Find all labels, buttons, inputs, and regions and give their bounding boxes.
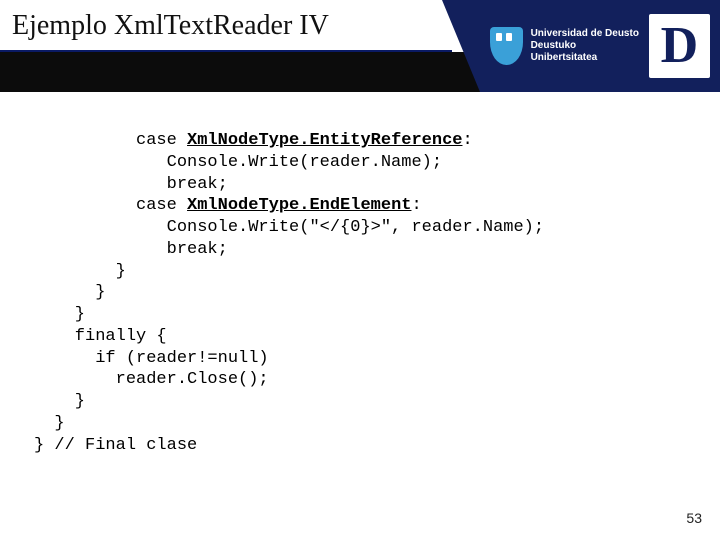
header: Ejemplo XmlTextReader IV Universidad de …	[0, 0, 720, 65]
shield-icon	[490, 27, 523, 65]
logo-wedge	[442, 0, 480, 92]
logo-letter: D	[649, 14, 710, 78]
logo-line1: Universidad de Deusto	[531, 28, 641, 40]
code-line: reader.Close();	[34, 370, 269, 389]
code-line: if (reader!=null)	[34, 349, 269, 368]
logo-line2: Deustuko Unibertsitatea	[531, 40, 641, 64]
code-keyword: XmlNodeType.EntityReference	[187, 131, 462, 150]
code-text: case	[34, 131, 187, 150]
code-text: case	[34, 196, 187, 215]
code-line: }	[34, 262, 126, 281]
slide-title: Ejemplo XmlTextReader IV	[12, 10, 329, 42]
code-line: finally {	[34, 327, 167, 346]
code-keyword: XmlNodeType.EndElement	[187, 196, 411, 215]
code-line: }	[34, 414, 65, 433]
slide: Ejemplo XmlTextReader IV Universidad de …	[0, 0, 720, 540]
code-line: case XmlNodeType.EntityReference:	[34, 131, 473, 150]
code-line: Console.Write("</{0}>", reader.Name);	[34, 218, 544, 237]
logo-inner: Universidad de Deusto Deustuko Unibertsi…	[490, 8, 710, 84]
page-number: 53	[686, 510, 702, 526]
code-line: }	[34, 392, 85, 411]
code-block: case XmlNodeType.EntityReference: Consol…	[34, 130, 544, 456]
code-text: :	[462, 131, 472, 150]
code-line: Console.Write(reader.Name);	[34, 153, 442, 172]
code-line: }	[34, 305, 85, 324]
code-line: case XmlNodeType.EndElement:	[34, 196, 422, 215]
code-line: }	[34, 283, 105, 302]
code-text: :	[411, 196, 421, 215]
university-logo: Universidad de Deusto Deustuko Unibertsi…	[480, 0, 720, 92]
code-line: break;	[34, 175, 228, 194]
code-line: break;	[34, 240, 228, 259]
logo-text: Universidad de Deusto Deustuko Unibertsi…	[531, 28, 641, 64]
code-line: } // Final clase	[34, 436, 197, 455]
